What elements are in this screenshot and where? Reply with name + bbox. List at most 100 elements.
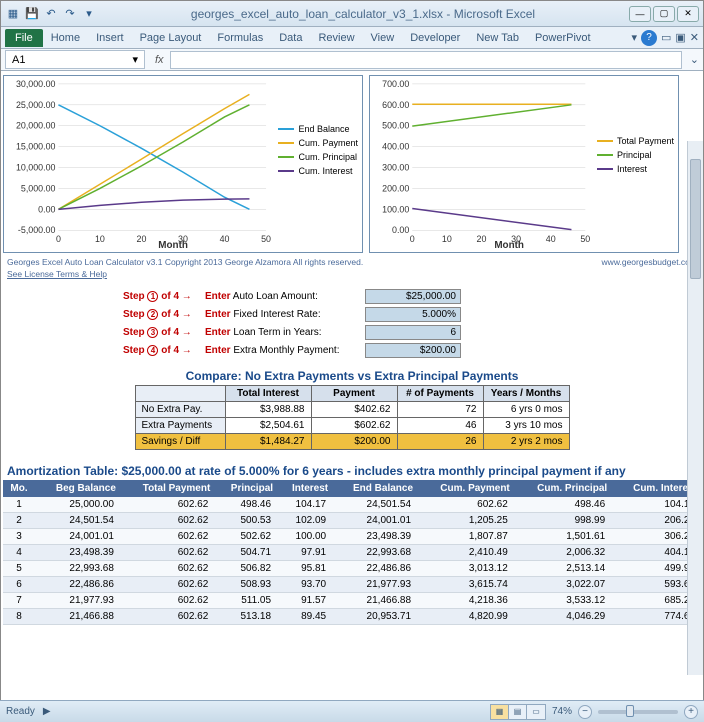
scrollbar-thumb[interactable] <box>690 159 701 279</box>
svg-text:500.00: 500.00 <box>382 121 409 131</box>
status-macro-icon[interactable]: ▶ <box>43 706 51 717</box>
chart-right-xlabel: Month <box>494 240 524 251</box>
compare-title: Compare: No Extra Payments vs Extra Prin… <box>3 369 701 383</box>
compare-header: Total Interest <box>225 386 311 402</box>
zoom-slider-thumb[interactable] <box>626 705 634 717</box>
formula-bar: A1▾ fx ⌄ <box>1 49 703 71</box>
qat-dropdown-icon[interactable]: ▾ <box>81 6 97 22</box>
minimize-button[interactable]: — <box>629 6 651 22</box>
step-2-input[interactable]: 5.000% <box>365 307 461 322</box>
compare-row: No Extra Pay.$3,988.88$402.62726 yrs 0 m… <box>135 402 569 418</box>
ribbon-restore-icon[interactable]: ▣ <box>675 31 685 44</box>
step-1-label: Step 1 of 4 → <box>123 291 205 302</box>
website-link[interactable]: www.georgesbudget.com <box>602 257 697 267</box>
zoom-in-button[interactable]: + <box>684 705 698 719</box>
tab-insert[interactable]: Insert <box>88 29 132 47</box>
view-page-layout-button[interactable]: ▤ <box>509 705 527 719</box>
step-1-prompt: Enter Auto Loan Amount: <box>205 291 365 302</box>
name-box-dropdown-icon[interactable]: ▾ <box>132 53 138 66</box>
amort-row: 622,486.86602.62508.9393.7021,977.933,61… <box>3 577 701 593</box>
legend-item: Cum. Payment <box>278 138 358 148</box>
tab-formulas[interactable]: Formulas <box>209 29 271 47</box>
svg-text:30,000.00: 30,000.00 <box>16 79 56 89</box>
legend-item: End Balance <box>278 124 358 134</box>
compare-header: Years / Months <box>483 386 569 402</box>
amort-row: 324,001.01602.62502.62100.0023,498.391,8… <box>3 529 701 545</box>
svg-text:0: 0 <box>410 234 415 244</box>
file-tab[interactable]: File <box>5 29 43 47</box>
close-button[interactable]: ✕ <box>677 6 699 22</box>
amort-row: 423,498.39602.62504.7197.9122,993.682,41… <box>3 545 701 561</box>
save-icon[interactable]: 💾 <box>24 6 40 22</box>
zoom-level[interactable]: 74% <box>552 706 572 717</box>
view-normal-button[interactable]: ▦ <box>491 705 509 719</box>
ribbon-minimize-icon[interactable]: ▭ <box>661 31 671 44</box>
amort-header: Principal <box>214 480 277 497</box>
zoom-slider[interactable] <box>598 710 678 714</box>
svg-text:10: 10 <box>442 234 452 244</box>
undo-icon[interactable]: ↶ <box>43 6 59 22</box>
tab-page-layout[interactable]: Page Layout <box>132 29 210 47</box>
amort-header: Mo. <box>3 480 35 497</box>
svg-text:50: 50 <box>261 234 271 244</box>
copyright-text: Georges Excel Auto Loan Calculator v3.1 … <box>7 257 363 267</box>
window-title: georges_excel_auto_loan_calculator_v3_1.… <box>97 7 629 21</box>
fx-button[interactable]: fx <box>155 54 164 66</box>
step-3-input[interactable]: 6 <box>365 325 461 340</box>
svg-text:600.00: 600.00 <box>382 100 409 110</box>
tab-data[interactable]: Data <box>271 29 310 47</box>
formula-input[interactable] <box>170 51 682 69</box>
svg-text:20,000.00: 20,000.00 <box>16 121 56 131</box>
ribbon-dropdown-icon[interactable]: ▾ <box>631 31 637 44</box>
compare-row: Extra Payments$2,504.61$602.62463 yrs 10… <box>135 418 569 434</box>
help-icon[interactable]: ? <box>641 30 657 46</box>
step-3-label: Step 3 of 4 → <box>123 327 205 338</box>
chart-monthly[interactable]: 0.00100.00200.00300.00400.00500.00600.00… <box>369 75 679 253</box>
loan-inputs: Step 1 of 4 → Enter Auto Loan Amount: $2… <box>123 287 701 359</box>
tab-new-tab[interactable]: New Tab <box>468 29 527 47</box>
vertical-scrollbar[interactable] <box>687 141 703 675</box>
ribbon-close-icon[interactable]: ✕ <box>690 31 699 44</box>
license-link[interactable]: See License Terms & Help <box>7 269 697 279</box>
formula-expand-icon[interactable]: ⌄ <box>690 53 699 66</box>
status-bar: Ready ▶ ▦ ▤ ▭ 74% − + <box>0 700 704 722</box>
tab-review[interactable]: Review <box>310 29 362 47</box>
step-4-label: Step 4 of 4 → <box>123 345 205 356</box>
step-4-input[interactable]: $200.00 <box>365 343 461 358</box>
tab-home[interactable]: Home <box>43 29 88 47</box>
amort-header: Total Payment <box>120 480 214 497</box>
tab-powerpivot[interactable]: PowerPivot <box>527 29 599 47</box>
amort-header: Cum. Principal <box>514 480 611 497</box>
tab-developer[interactable]: Developer <box>402 29 468 47</box>
legend-item: Cum. Principal <box>278 152 358 162</box>
step-1-input[interactable]: $25,000.00 <box>365 289 461 304</box>
step-2-label: Step 2 of 4 → <box>123 309 205 320</box>
amort-header: End Balance <box>332 480 417 497</box>
title-bar: ▦ 💾 ↶ ↷ ▾ georges_excel_auto_loan_calcul… <box>1 1 703 27</box>
legend-item: Principal <box>597 150 674 160</box>
svg-text:0: 0 <box>56 234 61 244</box>
legend-item: Cum. Interest <box>278 166 358 176</box>
amort-row: 721,977.93602.62511.0591.5721,466.884,21… <box>3 593 701 609</box>
svg-text:300.00: 300.00 <box>382 162 409 172</box>
compare-table: Total InterestPayment# of PaymentsYears … <box>135 385 570 450</box>
view-page-break-button[interactable]: ▭ <box>527 705 545 719</box>
maximize-button[interactable]: ▢ <box>653 6 675 22</box>
tab-view[interactable]: View <box>363 29 403 47</box>
svg-text:20: 20 <box>137 234 147 244</box>
chart-cumulative[interactable]: -5,000.000.005,000.0010,000.0015,000.002… <box>3 75 363 253</box>
svg-text:10: 10 <box>95 234 105 244</box>
amort-row: 224,501.54602.62500.53102.0924,001.011,2… <box>3 513 701 529</box>
amort-row: 821,466.88602.62513.1889.4520,953.714,82… <box>3 609 701 625</box>
svg-text:5,000.00: 5,000.00 <box>21 183 56 193</box>
svg-text:25,000.00: 25,000.00 <box>16 100 56 110</box>
step-2-prompt: Enter Fixed Interest Rate: <box>205 309 365 320</box>
svg-text:40: 40 <box>220 234 230 244</box>
amortization-title: Amortization Table: $25,000.00 at rate o… <box>7 464 697 478</box>
redo-icon[interactable]: ↷ <box>62 6 78 22</box>
svg-text:40: 40 <box>546 234 556 244</box>
name-box[interactable]: A1▾ <box>5 50 145 69</box>
excel-icon[interactable]: ▦ <box>5 6 21 22</box>
svg-text:-5,000.00: -5,000.00 <box>18 225 56 235</box>
zoom-out-button[interactable]: − <box>578 705 592 719</box>
